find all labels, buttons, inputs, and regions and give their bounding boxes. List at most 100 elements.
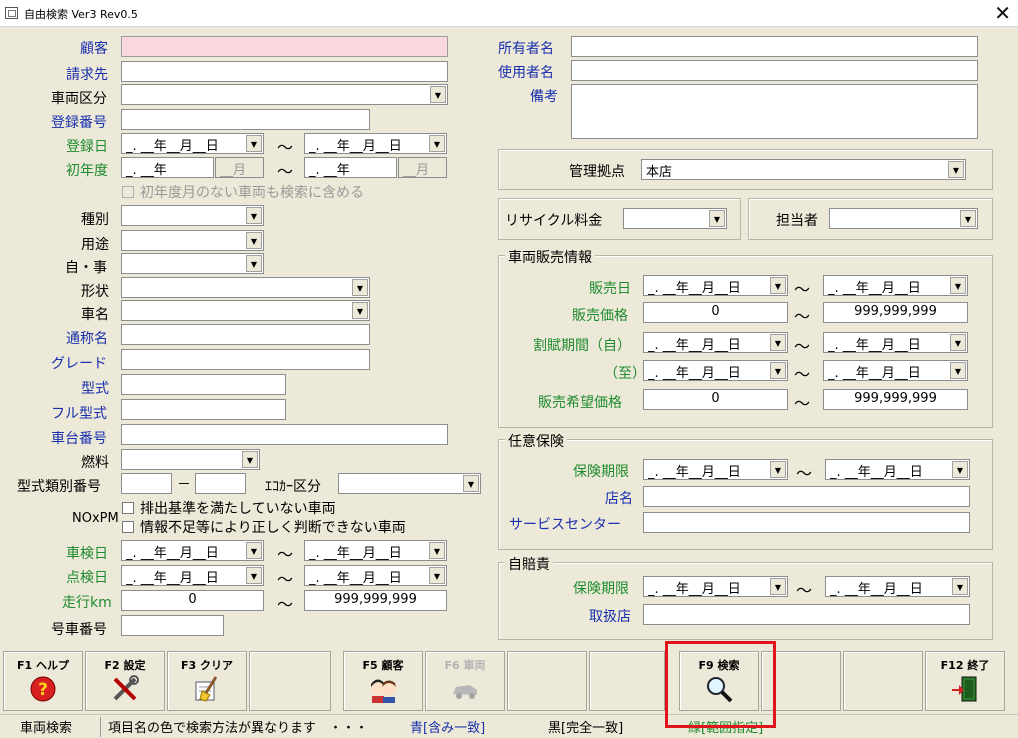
eco-class-select[interactable]: ▼ (338, 473, 481, 494)
first-year-to[interactable]: _. __年 (304, 157, 397, 178)
shape-select[interactable]: ▼ (121, 277, 370, 298)
ins-limit-to[interactable]: _. __年__月__日 ▼ (825, 459, 970, 480)
chevron-down-icon[interactable]: ▼ (246, 232, 262, 249)
service-input[interactable] (643, 512, 970, 533)
chevron-down-icon[interactable]: ▼ (770, 578, 786, 595)
base-select[interactable]: 本店 ▼ (641, 159, 966, 180)
car-icon (453, 685, 477, 699)
full-model-input[interactable] (121, 399, 286, 420)
cali-limit-from[interactable]: _. __年__月__日 ▼ (643, 576, 788, 597)
usage-select[interactable]: ▼ (121, 230, 264, 251)
first-year-from[interactable]: _. __年 (121, 157, 214, 178)
staff-select[interactable]: ▼ (829, 208, 978, 229)
cali-limit-to[interactable]: _. __年__月__日 ▼ (825, 576, 970, 597)
chevron-down-icon[interactable]: ▼ (246, 567, 262, 584)
installment-from-end[interactable]: _. __年__月__日 ▼ (823, 332, 968, 353)
label-staff: 担当者 (776, 213, 818, 229)
f9-search-button[interactable]: F9 検索 (679, 651, 759, 711)
range-tilde: ～ (796, 464, 813, 483)
chevron-down-icon[interactable]: ▼ (770, 461, 786, 478)
chevron-down-icon[interactable]: ▼ (246, 255, 262, 272)
model-class-no-2[interactable] (195, 473, 246, 494)
chevron-down-icon[interactable]: ▼ (948, 161, 964, 178)
chevron-down-icon[interactable]: ▼ (246, 135, 262, 152)
customer-input[interactable] (121, 36, 448, 57)
car-name-select[interactable]: ▼ (121, 300, 370, 321)
chevron-down-icon[interactable]: ▼ (770, 362, 786, 379)
label-recycle: リサイクル料金 (505, 213, 603, 229)
inspection-to[interactable]: _. __年__月__日 ▼ (304, 540, 447, 561)
user-input[interactable] (571, 60, 978, 81)
label-full-model: フル型式 (51, 406, 107, 422)
chevron-down-icon[interactable]: ▼ (429, 542, 445, 559)
chevron-down-icon[interactable]: ▼ (950, 362, 966, 379)
chevron-down-icon[interactable]: ▼ (950, 334, 966, 351)
recycle-select[interactable]: ▼ (623, 208, 727, 229)
inspection-from[interactable]: _. __年__月__日 ▼ (121, 540, 264, 561)
label-owner: 所有者名 (498, 41, 554, 57)
check-from[interactable]: _. __年__月__日 ▼ (121, 565, 264, 586)
desired-price-from[interactable]: 0 (643, 389, 788, 410)
f3-clear-button[interactable]: F3 クリア (167, 651, 247, 711)
handler-input[interactable] (643, 604, 970, 625)
chevron-down-icon[interactable]: ▼ (429, 135, 445, 152)
chevron-down-icon[interactable]: ▼ (952, 578, 968, 595)
grade-input[interactable] (121, 349, 370, 370)
chevron-down-icon[interactable]: ▼ (246, 207, 262, 224)
no-first-month-checkbox (122, 186, 134, 198)
common-name-input[interactable] (121, 324, 370, 345)
f2-settings-button[interactable]: F2 設定 (85, 651, 165, 711)
customers-icon (371, 679, 396, 703)
chevron-down-icon[interactable]: ▼ (242, 451, 258, 468)
installment-to-start[interactable]: _. __年__月__日 ▼ (643, 360, 788, 381)
nox-checkbox-1[interactable] (122, 502, 134, 514)
reg-date-from[interactable]: _. __年__月__日 ▼ (121, 133, 264, 154)
chevron-down-icon[interactable]: ▼ (950, 277, 966, 294)
sale-date-from[interactable]: _. __年__月__日 ▼ (643, 275, 788, 296)
billing-input[interactable] (121, 61, 448, 82)
nox-checkbox-2[interactable] (122, 521, 134, 533)
fuel-select[interactable]: ▼ (121, 449, 260, 470)
vehicle-class-select[interactable]: ▼ (121, 84, 448, 105)
chevron-down-icon[interactable]: ▼ (352, 302, 368, 319)
label-shape: 形状 (81, 284, 109, 300)
sale-price-to[interactable]: 999,999,999 (823, 302, 968, 323)
chevron-down-icon[interactable]: ▼ (463, 475, 479, 492)
chevron-down-icon[interactable]: ▼ (246, 542, 262, 559)
installment-from-start[interactable]: _. __年__月__日 ▼ (643, 332, 788, 353)
chevron-down-icon[interactable]: ▼ (960, 210, 976, 227)
f1-help-button[interactable]: F1 ヘルプ ? (3, 651, 83, 711)
own-biz-select[interactable]: ▼ (121, 253, 264, 274)
sale-price-from[interactable]: 0 (643, 302, 788, 323)
chevron-down-icon[interactable]: ▼ (770, 277, 786, 294)
owner-input[interactable] (571, 36, 978, 57)
car-number-input[interactable] (121, 615, 224, 636)
f12-exit-button[interactable]: F12 終了 (925, 651, 1005, 711)
desired-price-to[interactable]: 999,999,999 (823, 389, 968, 410)
mileage-from[interactable]: 0 (121, 590, 264, 611)
ins-limit-from[interactable]: _. __年__月__日 ▼ (643, 459, 788, 480)
reg-date-to[interactable]: _. __年__月__日 ▼ (304, 133, 447, 154)
reg-no-input[interactable] (121, 109, 370, 130)
chevron-down-icon[interactable]: ▼ (709, 210, 725, 227)
chevron-down-icon[interactable]: ▼ (430, 86, 446, 103)
notes-textarea[interactable] (571, 84, 978, 139)
label-billing: 請求先 (66, 67, 108, 83)
chevron-down-icon[interactable]: ▼ (429, 567, 445, 584)
f5-customer-button[interactable]: F5 顧客 (343, 651, 423, 711)
chevron-down-icon[interactable]: ▼ (352, 279, 368, 296)
nox-label-2: 情報不足等により正しく判断できない車両 (140, 520, 406, 536)
model-input[interactable] (121, 374, 286, 395)
shop-input[interactable] (643, 486, 970, 507)
range-tilde: ～ (277, 595, 294, 614)
model-class-no-1[interactable] (121, 473, 172, 494)
installment-to-end[interactable]: _. __年__月__日 ▼ (823, 360, 968, 381)
chevron-down-icon[interactable]: ▼ (952, 461, 968, 478)
kind-select[interactable]: ▼ (121, 205, 264, 226)
close-icon[interactable]: ✕ (994, 1, 1011, 25)
mileage-to[interactable]: 999,999,999 (304, 590, 447, 611)
check-to[interactable]: _. __年__月__日 ▼ (304, 565, 447, 586)
chassis-no-input[interactable] (121, 424, 448, 445)
chevron-down-icon[interactable]: ▼ (770, 334, 786, 351)
sale-date-to[interactable]: _. __年__月__日 ▼ (823, 275, 968, 296)
